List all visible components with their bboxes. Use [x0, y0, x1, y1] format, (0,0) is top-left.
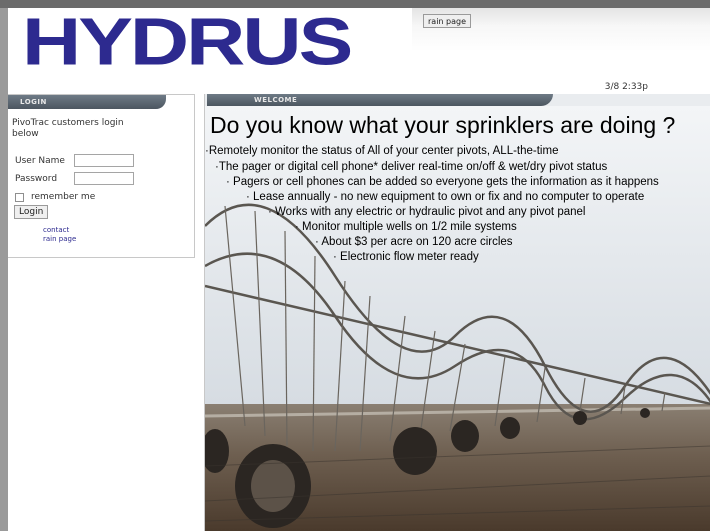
username-label: User Name: [15, 156, 65, 166]
login-tab: LOGIN: [8, 95, 166, 109]
password-label: Password: [15, 174, 58, 184]
logo: HYDRUS: [8, 8, 412, 78]
feature-bullet: · Electronic flow meter ready: [333, 251, 479, 263]
feature-bullet: · Monitor multiple wells on 1/2 mile sys…: [295, 221, 517, 233]
timestamp: 3/8 2:33p: [604, 82, 648, 92]
rain-page-link[interactable]: rain page: [43, 235, 76, 243]
rain-page-button[interactable]: rain page: [423, 14, 472, 28]
login-panel: LOGIN PivoTrac customers login below Use…: [8, 94, 195, 258]
welcome-panel: WELCOME Do you know what your sprinklers…: [204, 94, 710, 531]
logo-text: HYDRUS: [22, 4, 353, 80]
remember-me-checkbox[interactable]: [15, 193, 24, 202]
login-intro: PivoTrac customers login below: [12, 118, 124, 139]
left-border: [0, 8, 8, 531]
username-field[interactable]: [74, 154, 134, 167]
remember-me-label: remember me: [31, 192, 96, 202]
login-button[interactable]: Login: [14, 205, 49, 219]
welcome-tab: WELCOME: [207, 94, 553, 106]
contact-link[interactable]: contact: [43, 226, 69, 234]
password-field[interactable]: [74, 172, 134, 185]
feature-bullet: · Lease annually - no new equipment to o…: [246, 191, 645, 203]
welcome-title: Do you know what your sprinklers are doi…: [210, 112, 676, 138]
feature-bullet: · Works with any electric or hydraulic p…: [268, 206, 586, 218]
feature-bullet: · About $3 per acre on 120 acre circles: [315, 236, 513, 248]
feature-bullet: ·The pager or digital cell phone* delive…: [215, 161, 608, 173]
login-tab-label: LOGIN: [20, 98, 47, 106]
feature-bullet: · Pagers or cell phones can be added so …: [226, 176, 659, 188]
feature-bullet: ·Remotely monitor the status of All of y…: [205, 145, 559, 157]
welcome-tab-label: WELCOME: [254, 96, 298, 104]
